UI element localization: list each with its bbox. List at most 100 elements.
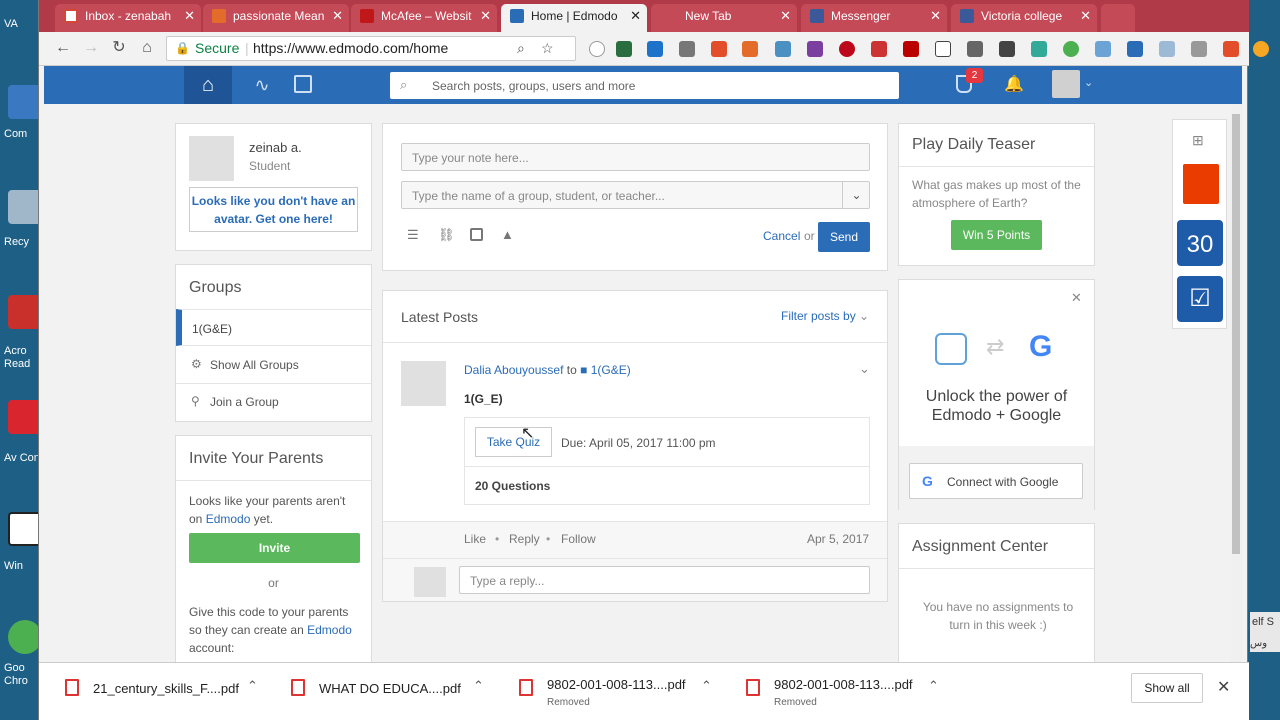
tab-passionate[interactable]: passionate Mean ✕ [203, 4, 349, 32]
tab-gmail[interactable]: Inbox - zenabah ✕ [55, 4, 201, 32]
address-bar[interactable]: 🔒 Secure | https://www.edmodo.com/home ⌕… [166, 36, 576, 61]
extension-icon[interactable] [1159, 41, 1175, 57]
note-icon[interactable]: ☰ [407, 227, 419, 243]
chevron-down-icon[interactable]: ⌄ [842, 182, 870, 208]
edmodo-link[interactable]: Edmodo [206, 512, 251, 526]
tab-messenger[interactable]: Messenger ✕ [801, 4, 947, 32]
onenote-icon[interactable] [807, 41, 823, 57]
avatar[interactable] [189, 136, 234, 181]
winrar-icon[interactable] [8, 512, 42, 546]
close-icon[interactable]: ✕ [1217, 677, 1230, 697]
computer-icon[interactable] [8, 85, 42, 119]
download-item[interactable]: 21_century_skills_F....pdf ⌃ [65, 675, 265, 709]
chevron-up-icon[interactable]: ⌃ [473, 678, 484, 694]
tab-victoria[interactable]: Victoria college ✕ [951, 4, 1097, 32]
forward-icon[interactable]: → [81, 38, 101, 58]
close-icon[interactable]: ✕ [1080, 4, 1091, 28]
activity-icon[interactable]: ∿ [244, 66, 280, 104]
drive-icon[interactable]: ▲ [501, 227, 514, 242]
backpack-icon[interactable] [470, 228, 483, 241]
close-icon[interactable]: ✕ [1071, 290, 1082, 306]
backpack-icon[interactable] [294, 75, 312, 93]
download-item[interactable]: WHAT DO EDUCA....pdf ⌃ [291, 675, 491, 709]
chevron-down-icon[interactable]: ⌄ [859, 361, 870, 377]
extension-icon[interactable] [1191, 41, 1207, 57]
link-icon[interactable]: ⛓ [438, 227, 455, 243]
note-input[interactable]: Type your note here... [401, 143, 870, 171]
download-item[interactable]: 9802-001-008-113....pdf Removed ⌃ [746, 675, 946, 709]
close-icon[interactable]: ✕ [332, 4, 343, 28]
close-icon[interactable]: ✕ [480, 4, 491, 28]
bell-icon[interactable]: 🔔 [1004, 74, 1024, 94]
calendar-icon[interactable]: 30 [1177, 220, 1223, 266]
group-link[interactable]: 1(G&E) [591, 363, 631, 377]
show-all-button[interactable]: Show all [1131, 673, 1203, 703]
extension-icon[interactable] [1095, 41, 1111, 57]
close-icon[interactable]: ✕ [630, 4, 641, 28]
close-icon[interactable]: ✕ [184, 4, 195, 28]
download-item[interactable]: 9802-001-008-113....pdf Removed ⌃ [519, 675, 719, 709]
cancel-link[interactable]: Cancel [763, 229, 800, 243]
tab-new[interactable]: New Tab ✕ [651, 4, 797, 32]
edmodo-link[interactable]: Edmodo [307, 623, 352, 637]
new-tab-button[interactable] [1101, 4, 1135, 32]
quiz-app-icon[interactable]: ☑ [1177, 276, 1223, 322]
like-link[interactable]: Like [464, 532, 486, 546]
close-icon[interactable]: ✕ [780, 4, 791, 28]
office-icon[interactable] [1183, 164, 1219, 204]
search-box[interactable]: ⌕ Search posts, groups, users and more [390, 72, 899, 99]
youtube-icon[interactable] [903, 41, 919, 57]
avast-icon[interactable] [8, 400, 42, 434]
pinterest-icon[interactable] [839, 41, 855, 57]
chevron-down-icon[interactable]: ⌄ [1084, 76, 1093, 89]
recycle-bin-icon[interactable] [8, 190, 42, 224]
search-icon[interactable]: ⌕ [517, 37, 525, 60]
tab-mcafee[interactable]: McAfee – Websit ✕ [351, 4, 497, 32]
invite-button[interactable]: Invite [189, 533, 360, 563]
close-icon[interactable]: ✕ [930, 4, 941, 28]
extension-icon[interactable] [711, 41, 727, 57]
home-icon[interactable]: ⌂ [184, 66, 232, 104]
avatar[interactable] [401, 361, 446, 406]
alert-icon[interactable] [1253, 41, 1269, 57]
acrobat-icon[interactable] [8, 295, 42, 329]
win-points-button[interactable]: Win 5 Points [951, 220, 1042, 250]
extension-icon[interactable] [679, 41, 695, 57]
profile-name[interactable]: zeinab a. [249, 140, 302, 155]
url-text[interactable]: https://www.edmodo.com/home [253, 37, 448, 60]
home-icon[interactable]: ⌂ [137, 38, 157, 58]
extension-icon[interactable] [999, 41, 1015, 57]
avatar-prompt-link[interactable]: Looks like you don't have an avatar. Get… [189, 187, 358, 232]
join-group-link[interactable]: Join a Group [210, 395, 279, 409]
star-icon[interactable]: ☆ [541, 37, 554, 60]
recipient-input[interactable]: Type the name of a group, student, or te… [401, 181, 870, 209]
scrollbar-thumb[interactable] [1232, 114, 1240, 554]
extension-icon[interactable] [871, 41, 887, 57]
extension-icon[interactable] [967, 41, 983, 57]
avatar[interactable] [1052, 70, 1080, 98]
tab-edmodo[interactable]: Home | Edmodo ✕ [501, 4, 647, 32]
extension-icon[interactable] [775, 41, 791, 57]
extension-icon[interactable] [1063, 41, 1079, 57]
reply-input[interactable]: Type a reply... [459, 566, 870, 594]
back-icon[interactable]: ← [53, 38, 73, 58]
connect-google-button[interactable]: G Connect with Google [909, 463, 1083, 499]
scrollbar[interactable] [1230, 104, 1242, 662]
extension-icon[interactable] [935, 41, 951, 57]
chevron-up-icon[interactable]: ⌃ [701, 678, 712, 694]
extension-icon[interactable] [647, 41, 663, 57]
filter-posts-dropdown[interactable]: Filter posts by ⌄ [781, 309, 869, 323]
chrome-icon[interactable] [8, 620, 42, 654]
chevron-up-icon[interactable]: ⌃ [928, 678, 939, 694]
reload-icon[interactable]: ↻ [109, 38, 129, 58]
reply-link[interactable]: Reply [509, 532, 540, 546]
extension-icon[interactable] [1031, 41, 1047, 57]
extension-icon[interactable] [616, 41, 632, 57]
chevron-up-icon[interactable]: ⌃ [247, 678, 258, 694]
extension-icon[interactable] [1223, 41, 1239, 57]
take-quiz-button[interactable]: Take Quiz [475, 427, 552, 457]
grid-icon[interactable]: ⊞ [1192, 132, 1204, 149]
extension-icon[interactable] [742, 41, 758, 57]
send-button[interactable]: Send [818, 222, 870, 252]
extension-icon[interactable] [589, 41, 605, 57]
